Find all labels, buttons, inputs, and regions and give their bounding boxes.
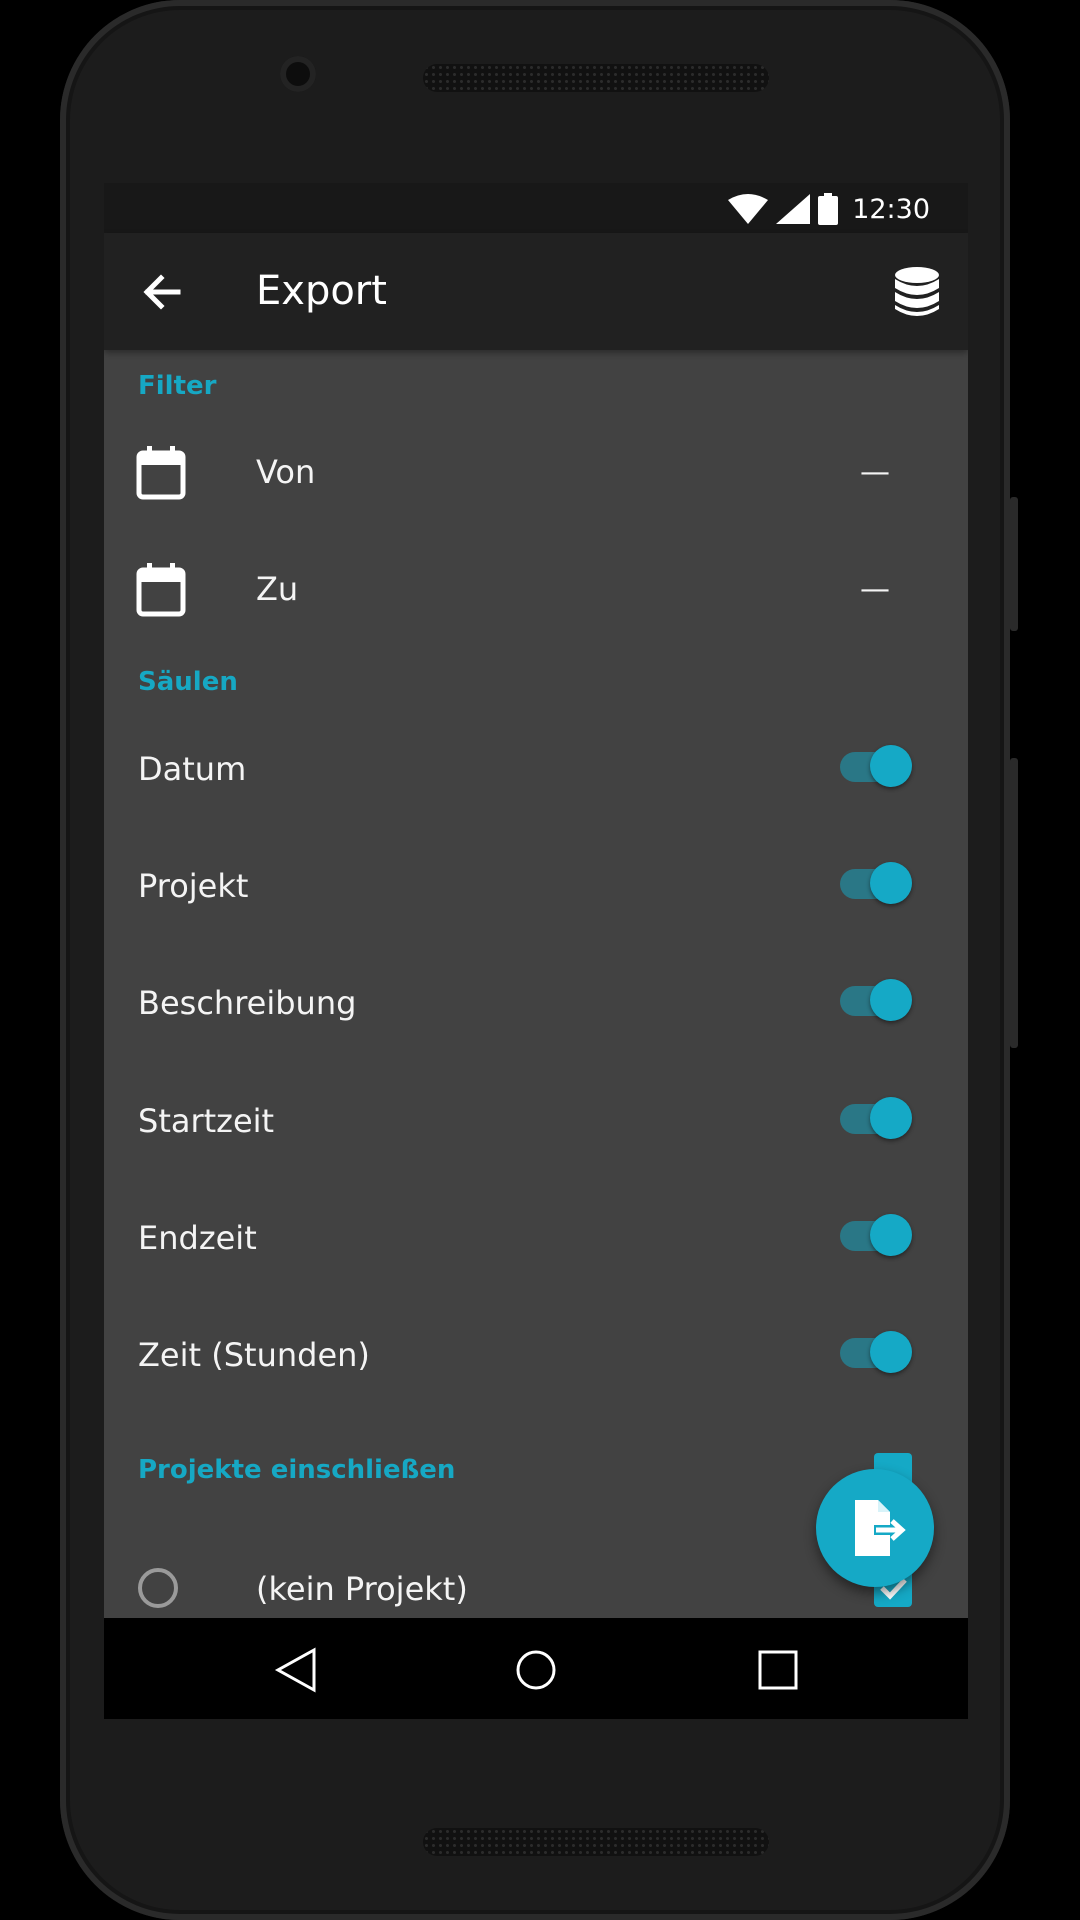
screen: 12:30 Export Filter Von — Zu — Säulen Da…: [104, 183, 968, 1719]
nav-back-button[interactable]: [268, 1640, 328, 1700]
database-button[interactable]: [890, 265, 944, 319]
file-export-icon: [855, 1500, 906, 1556]
export-fab[interactable]: [816, 1469, 934, 1587]
column-label: Projekt: [138, 867, 249, 905]
app-bar: Export: [104, 233, 968, 350]
filter-to-value: —: [860, 572, 890, 607]
top-speaker: [423, 64, 769, 92]
nav-home-button[interactable]: [506, 1640, 566, 1700]
triangle-back-icon: [274, 1647, 316, 1693]
column-toggle-date[interactable]: [836, 741, 918, 791]
back-button[interactable]: [136, 265, 190, 319]
column-label: Zeit (Stunden): [138, 1336, 370, 1374]
column-label: Endzeit: [138, 1219, 257, 1257]
battery-icon: [818, 193, 839, 225]
front-camera: [280, 56, 316, 92]
column-toggle-project[interactable]: [836, 858, 918, 908]
circle-home-icon: [516, 1650, 556, 1690]
column-toggle-end-time[interactable]: [836, 1210, 918, 1260]
column-toggle-start-time[interactable]: [836, 1093, 918, 1143]
arrow-left-icon: [143, 274, 181, 310]
section-header-columns: Säulen: [138, 667, 238, 697]
status-time: 12:30: [852, 193, 930, 225]
project-radio[interactable]: [138, 1568, 178, 1608]
bottom-speaker: [423, 1828, 769, 1856]
project-label: (kein Projekt): [256, 1570, 468, 1608]
status-icons: 12:30: [728, 193, 930, 225]
section-header-projects: Projekte einschließen: [138, 1455, 456, 1485]
system-nav-bar: [104, 1618, 968, 1719]
section-header-filter: Filter: [138, 371, 217, 401]
column-label: Beschreibung: [138, 984, 357, 1022]
filter-to-label: Zu: [256, 570, 299, 608]
column-label: Datum: [138, 750, 247, 788]
nav-recents-button[interactable]: [748, 1640, 808, 1700]
page-title: Export: [256, 268, 387, 314]
calendar-icon: [136, 563, 186, 617]
filter-from-value: —: [860, 455, 890, 490]
column-label: Startzeit: [138, 1102, 275, 1140]
power-button: [1010, 497, 1018, 631]
wifi-icon: [728, 194, 769, 224]
database-icon: [895, 267, 939, 316]
volume-button: [1010, 758, 1018, 1048]
column-toggle-hours[interactable]: [836, 1327, 918, 1377]
status-bar: 12:30: [104, 183, 968, 233]
calendar-icon: [136, 446, 186, 500]
square-recents-icon: [758, 1650, 798, 1690]
cellular-signal-icon: [776, 194, 811, 224]
column-toggle-description[interactable]: [836, 975, 918, 1025]
filter-from-label: Von: [256, 453, 316, 491]
